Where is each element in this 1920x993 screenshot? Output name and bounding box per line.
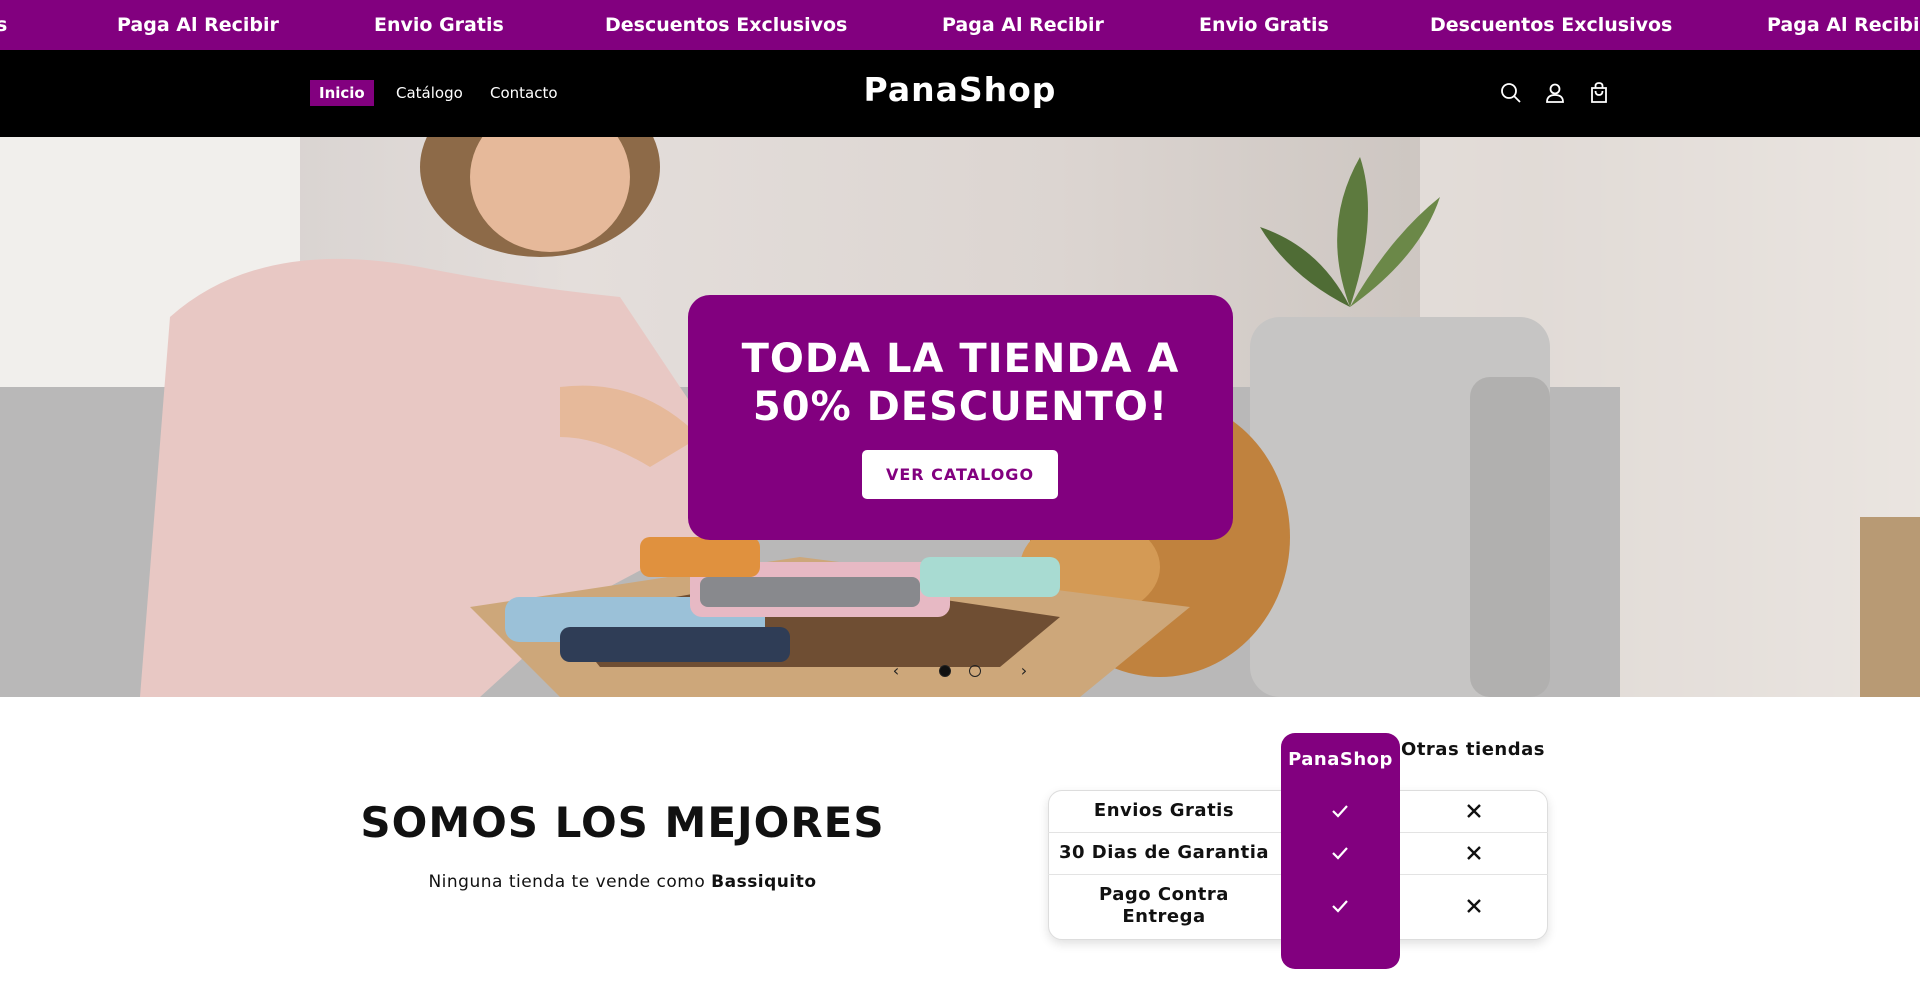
hero-banner: TODA LA TIENDA A 50% DESCUENTO! VER CATA… — [0, 137, 1920, 697]
section-subtitle: Ninguna tienda te vende como Bassiquito — [300, 872, 945, 892]
announcement-item: Paga Al Recibir — [1767, 14, 1920, 36]
check-icon — [1329, 895, 1351, 917]
section-heading: SOMOS LOS MEJORES — [360, 798, 885, 847]
cart-icon[interactable] — [1584, 78, 1614, 108]
announcement-bar: s Paga Al Recibir Envio Gratis Descuento… — [0, 0, 1920, 50]
x-icon — [1463, 800, 1485, 822]
row-label: Pago Contra Entrega — [1099, 884, 1229, 927]
otras-tiendas-header: Otras tiendas — [1401, 739, 1545, 760]
view-catalog-button[interactable]: VER CATALOGO — [862, 450, 1058, 499]
announcement-item: Envio Gratis — [374, 14, 504, 36]
search-icon[interactable] — [1496, 78, 1526, 108]
subtitle-text: Ninguna tienda te vende como — [428, 872, 712, 892]
account-icon[interactable] — [1540, 78, 1570, 108]
announcement-item: Descuentos Exclusivos — [605, 14, 848, 36]
announcement-item: Envio Gratis — [1199, 14, 1329, 36]
site-header: Inicio Catálogo Contacto PanaShop — [0, 50, 1920, 137]
announcement-item: Paga Al Recibir — [117, 14, 279, 36]
announcement-item: Descuentos Exclusivos — [1430, 14, 1673, 36]
promo-title: TODA LA TIENDA A 50% DESCUENTO! — [741, 336, 1180, 430]
x-icon — [1463, 842, 1485, 864]
subtitle-brand: Bassiquito — [711, 872, 817, 892]
row-label: Envios Gratis — [1093, 800, 1235, 821]
promo-card: TODA LA TIENDA A 50% DESCUENTO! VER CATA… — [688, 295, 1233, 540]
slide-next-button[interactable]: › — [1014, 661, 1034, 681]
slide-dot-1[interactable] — [939, 665, 951, 677]
check-icon — [1329, 800, 1351, 822]
row-label: 30 Dias de Garantia — [1058, 842, 1270, 863]
announcement-item: Paga Al Recibir — [942, 14, 1104, 36]
x-icon — [1463, 895, 1485, 917]
panashop-header: PanaShop — [1288, 749, 1393, 770]
slide-prev-button[interactable]: ‹ — [886, 661, 906, 681]
announcement-item: s — [0, 14, 8, 36]
site-logo[interactable]: PanaShop — [0, 70, 1920, 109]
check-icon — [1329, 842, 1351, 864]
slide-dot-2[interactable] — [969, 665, 981, 677]
